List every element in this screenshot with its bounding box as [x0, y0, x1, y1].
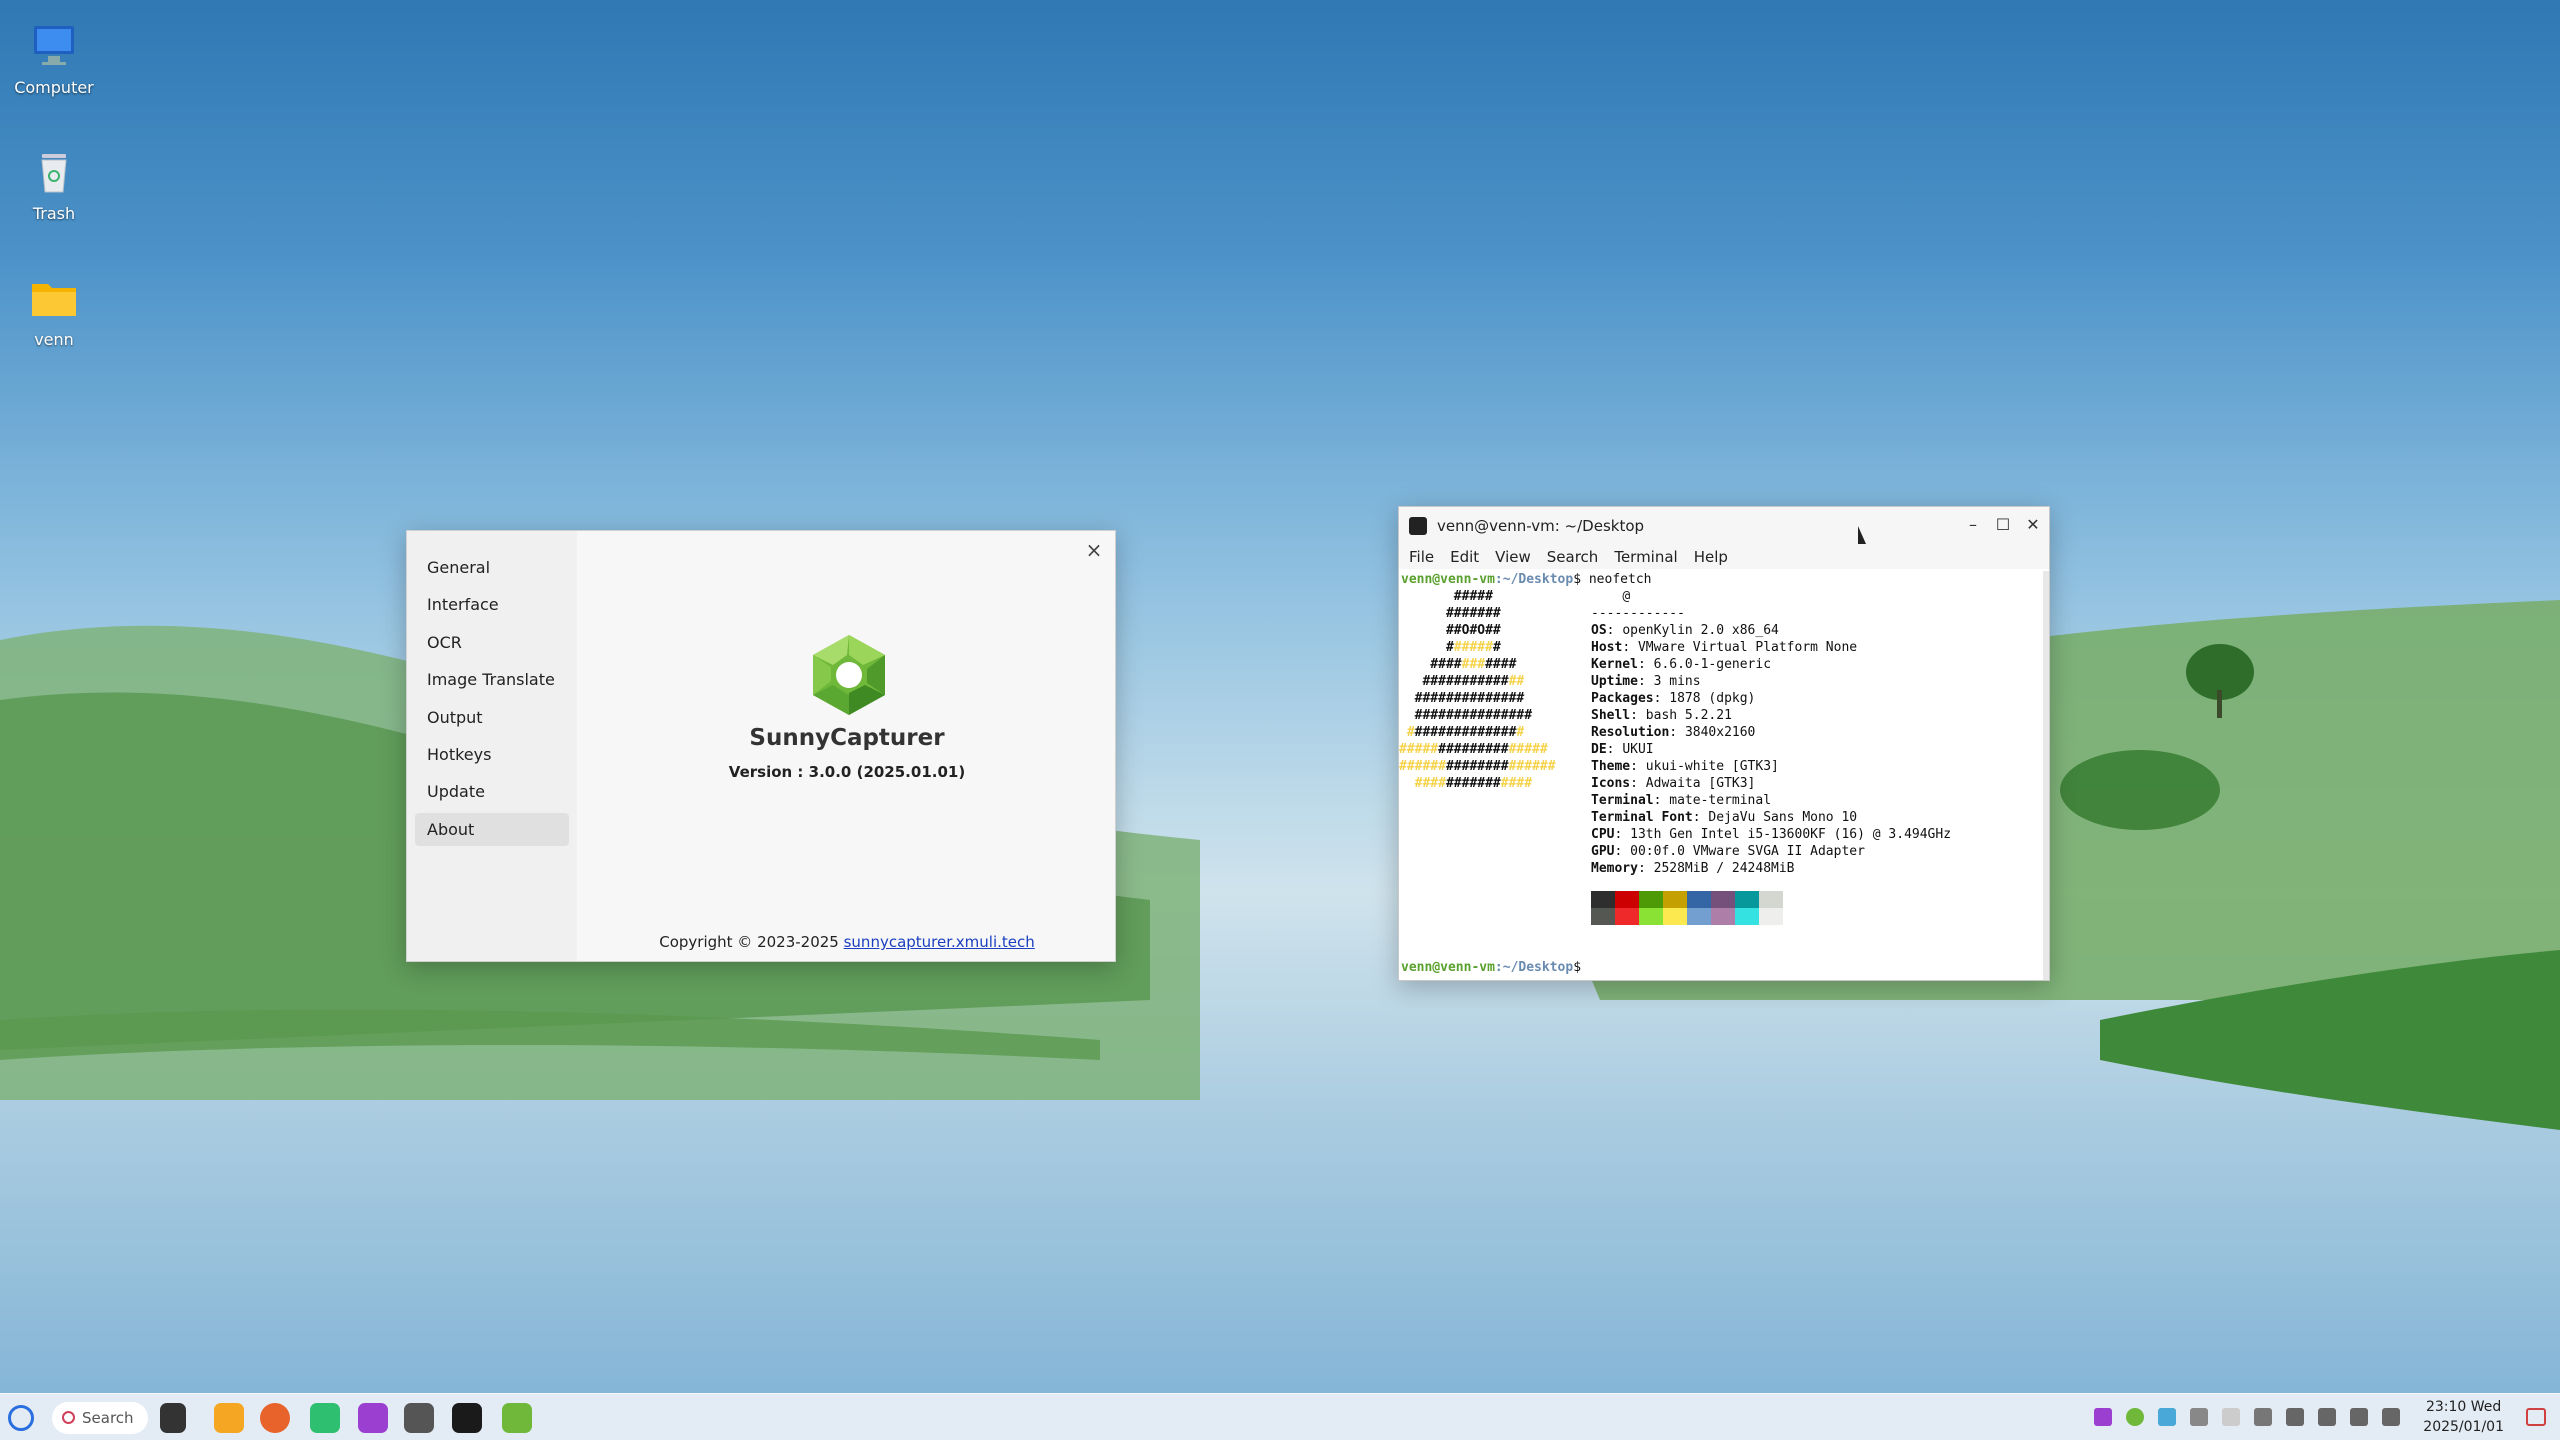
desktop-icon-label: venn	[34, 330, 74, 349]
desktop-icon-trash[interactable]: Trash	[10, 146, 98, 223]
color-swatch	[1759, 908, 1783, 925]
clock-time: 23:10 Wed	[2425, 1399, 2502, 1415]
tray-screenshot-icon[interactable]	[2094, 1408, 2112, 1426]
color-swatch	[1615, 908, 1639, 925]
nav-hotkeys[interactable]: Hotkeys	[415, 738, 569, 771]
mouse-cursor-icon	[1858, 526, 1874, 544]
menu-search[interactable]: Search	[1547, 548, 1599, 566]
maximize-icon[interactable]: ☐	[1995, 515, 2011, 534]
nav-general[interactable]: General	[415, 551, 569, 584]
tray-usb-icon[interactable]	[2222, 1408, 2240, 1426]
app-name: SunnyCapturer	[749, 725, 945, 751]
sunnycapturer-taskbar-icon[interactable]	[502, 1403, 532, 1433]
color-swatch	[1663, 891, 1687, 908]
neofetch-ascii-logo: ##### ####### ##O#O## ####### ##########…	[1399, 589, 1556, 791]
desktop-icon-venn[interactable]: venn	[10, 272, 98, 349]
nav-image-translate[interactable]: Image Translate	[415, 663, 569, 696]
desktop-icon-label: Trash	[32, 204, 76, 223]
camera-icon[interactable]	[404, 1403, 434, 1433]
trash-icon	[41, 154, 67, 193]
close-button[interactable]: ×	[1083, 539, 1105, 561]
color-swatch	[1735, 891, 1759, 908]
nav-ocr[interactable]: OCR	[415, 626, 569, 659]
neofetch-info: @ ------------ OS: openKylin 2.0 x86_64 Hos…	[1591, 589, 1952, 876]
website-link[interactable]: sunnycapturer.xmuli.tech	[844, 933, 1035, 951]
tray-keyboard-icon[interactable]	[2190, 1408, 2208, 1426]
prompt-line-current: venn@venn-vm:~/Desktop$	[1401, 960, 1582, 975]
terminal-menubar: File Edit View Search Terminal Help	[1399, 545, 2049, 569]
search-label: Search	[82, 1409, 134, 1427]
color-swatch	[1663, 908, 1687, 925]
color-swatch	[1639, 891, 1663, 908]
color-swatch	[1687, 891, 1711, 908]
computer-icon	[34, 26, 74, 65]
color-swatch	[1687, 908, 1711, 925]
firefox-icon[interactable]	[260, 1403, 290, 1433]
prompt-line: venn@venn-vm:~/Desktop$ neofetch	[1401, 572, 1652, 587]
window-controls: – ☐ ✕	[1965, 515, 2041, 534]
copyright-text: Copyright © 2023-2025	[659, 933, 839, 951]
tray-sunnycapturer-icon[interactable]	[2126, 1408, 2144, 1426]
start-menu-button[interactable]	[8, 1405, 34, 1431]
nav-interface[interactable]: Interface	[415, 588, 569, 621]
minimize-icon[interactable]: –	[1965, 515, 1981, 534]
sunnycapturer-logo-icon	[813, 635, 885, 715]
app-store-icon[interactable]	[310, 1403, 340, 1433]
app-version: Version : 3.0.0 (2025.01.01)	[728, 763, 966, 781]
terminal-scrollbar[interactable]	[2043, 571, 2049, 980]
tray-volume-icon[interactable]	[2350, 1408, 2368, 1426]
settings-sidebar: General Interface OCR Image Translate Ou…	[407, 531, 577, 961]
tray-network-icon[interactable]	[2286, 1408, 2304, 1426]
tray-calendar-icon[interactable]	[2382, 1408, 2400, 1426]
nav-update[interactable]: Update	[415, 775, 569, 808]
tray-wifi-icon[interactable]	[2318, 1408, 2336, 1426]
color-palette	[1591, 891, 1783, 925]
clock[interactable]: 23:10 Wed 2025/01/01	[2423, 1397, 2504, 1437]
terminal-title: venn@venn-vm: ~/Desktop	[1437, 517, 1645, 535]
menu-help[interactable]: Help	[1694, 548, 1728, 566]
close-icon[interactable]: ✕	[2025, 515, 2041, 534]
folder-icon	[32, 284, 76, 316]
menu-edit[interactable]: Edit	[1450, 548, 1479, 566]
color-swatch	[1759, 891, 1783, 908]
color-swatch	[1591, 908, 1615, 925]
color-swatch	[1639, 908, 1663, 925]
notification-icon[interactable]	[2526, 1408, 2546, 1426]
search-box[interactable]: Search	[52, 1402, 148, 1434]
taskbar: Search 23:10 Wed 2025/01/01	[0, 1393, 2560, 1440]
file-manager-icon[interactable]	[214, 1403, 244, 1433]
color-swatch	[1711, 908, 1735, 925]
screenshot-app-icon[interactable]	[358, 1403, 388, 1433]
color-swatch	[1735, 908, 1759, 925]
menu-terminal[interactable]: Terminal	[1614, 548, 1677, 566]
clock-date: 2025/01/01	[2423, 1419, 2504, 1435]
terminal-taskbar-icon[interactable]	[452, 1403, 482, 1433]
color-swatch	[1615, 891, 1639, 908]
terminal-titlebar[interactable]: venn@venn-vm: ~/Desktop	[1399, 507, 2049, 545]
menu-file[interactable]: File	[1409, 548, 1434, 566]
nav-about[interactable]: About	[415, 812, 569, 846]
desktop-icon-computer[interactable]: Computer	[10, 20, 98, 97]
search-icon	[62, 1411, 75, 1424]
menu-view[interactable]: View	[1495, 548, 1531, 566]
wallpaper	[0, 600, 2560, 1130]
nav-output[interactable]: Output	[415, 701, 569, 734]
terminal-app-icon	[1409, 517, 1427, 535]
color-swatch	[1711, 891, 1735, 908]
tray-input-method-icon[interactable]	[2254, 1408, 2272, 1426]
desktop-icon-label: Computer	[14, 78, 94, 97]
terminal-window: venn@venn-vm: ~/Desktop – ☐ ✕ File Edit …	[1398, 506, 2050, 981]
copyright-line: Copyright © 2023-2025 sunnycapturer.xmul…	[577, 933, 1117, 951]
sunnycapturer-window: General Interface OCR Image Translate Ou…	[406, 530, 1116, 962]
terminal-output[interactable]: venn@venn-vm:~/Desktop$ neofetch ##### #…	[1399, 571, 2041, 980]
color-swatch	[1591, 891, 1615, 908]
multitask-view-button[interactable]	[160, 1403, 186, 1433]
tray-bluetooth-icon[interactable]	[2158, 1408, 2176, 1426]
